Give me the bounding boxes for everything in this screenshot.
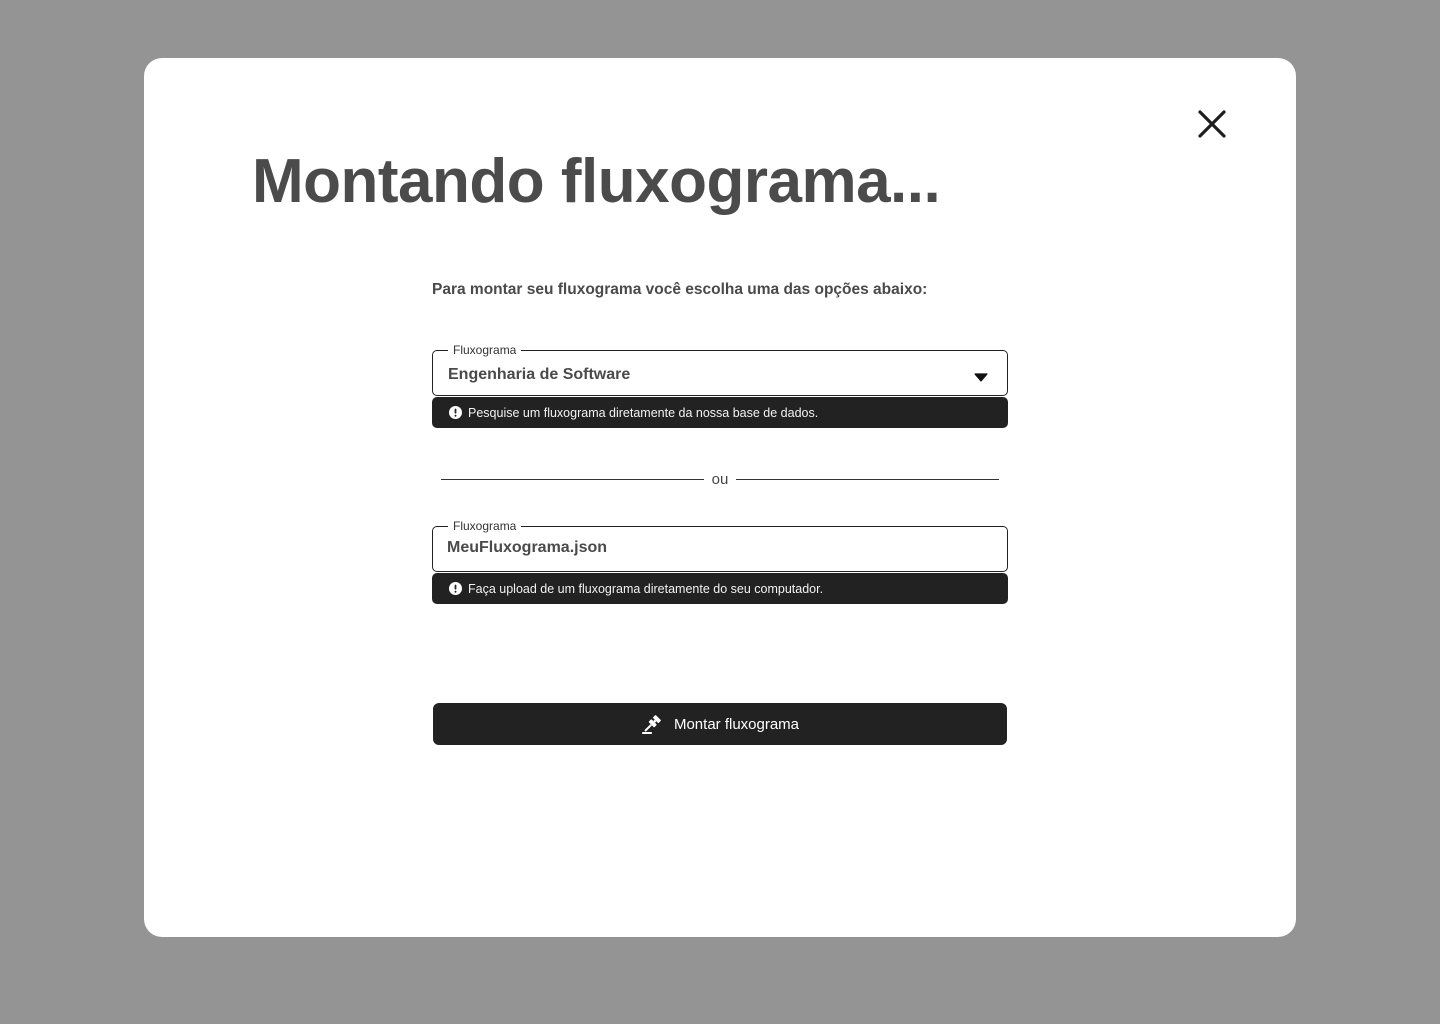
divider-label: ou [711,470,729,488]
select-value: Engenharia de Software [448,366,631,383]
close-button[interactable] [1194,106,1230,142]
modal-title: Montando fluxograma... [252,147,941,216]
flowchart-upload-field: Fluxograma Faça upload de um fluxograma … [432,519,1008,604]
instructions-text: Para montar seu fluxograma você escolha … [432,281,928,298]
helper-message: Faça upload de um fluxograma diretamente… [468,581,824,596]
button-label: Montar fluxograma [673,715,800,733]
close-icon [1194,106,1230,142]
gavel-icon [641,713,663,735]
modal-dialog: Montando fluxograma... Para montar seu f… [144,58,1296,937]
flowchart-select-field: Fluxograma Engenharia de Software Pesqui… [432,343,1008,428]
divider-line-right [736,478,999,480]
upload-file-input[interactable] [447,539,967,557]
build-flowchart-button[interactable]: Montar fluxograma [433,703,1007,745]
caret-down-icon[interactable] [974,369,988,382]
field-legend: Fluxograma [448,519,522,533]
alert-circle-icon [449,582,462,595]
alert-circle-icon [449,406,462,419]
field-legend: Fluxograma [448,343,522,357]
divider-line-left [441,478,704,480]
select-helper-text: Pesquise um fluxograma diretamente da no… [432,397,1008,428]
upload-helper-text: Faça upload de um fluxograma diretamente… [432,573,1008,604]
or-divider: ou [441,468,999,490]
flowchart-upload-input-box[interactable]: Fluxograma [432,519,1008,572]
helper-message: Pesquise um fluxograma diretamente da no… [468,405,819,420]
flowchart-select[interactable]: Fluxograma Engenharia de Software [432,343,1008,396]
